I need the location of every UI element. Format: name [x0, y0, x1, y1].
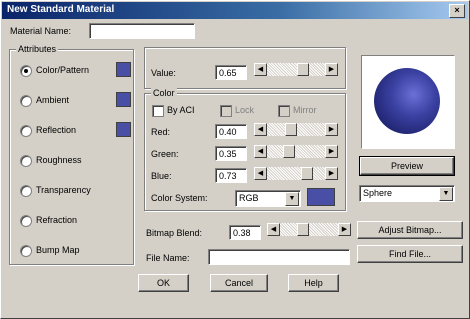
- slider-thumb[interactable]: [297, 63, 309, 76]
- attribute-label[interactable]: Transparency: [36, 185, 91, 195]
- attribute-color-swatch[interactable]: [116, 92, 131, 107]
- attribute-radio[interactable]: [20, 215, 32, 227]
- mirror-label: Mirror: [293, 105, 317, 115]
- blue-input[interactable]: 0.73: [215, 168, 247, 183]
- ok-button[interactable]: OK: [138, 274, 189, 292]
- value-input[interactable]: 0.65: [215, 65, 247, 80]
- by-aci-checkbox[interactable]: [152, 105, 164, 117]
- color-system-label: Color System:: [151, 193, 208, 203]
- file-name-label: File Name:: [146, 253, 190, 263]
- arrow-left-icon[interactable]: ◀: [254, 145, 267, 158]
- arrow-right-icon[interactable]: ▶: [325, 167, 338, 180]
- green-input[interactable]: 0.35: [215, 146, 247, 161]
- window-title: New Standard Material: [7, 4, 115, 15]
- preview-shape-select[interactable]: Sphere ▼: [359, 185, 455, 202]
- attribute-label[interactable]: Ambient: [36, 95, 69, 105]
- attribute-radio[interactable]: [20, 185, 32, 197]
- sphere-preview-image: [374, 68, 440, 134]
- chevron-down-icon[interactable]: ▼: [439, 187, 453, 201]
- arrow-right-icon[interactable]: ▶: [325, 145, 338, 158]
- by-aci-label: By ACI: [167, 105, 195, 115]
- red-input[interactable]: 0.40: [215, 124, 247, 139]
- red-slider[interactable]: ◀ ▶: [254, 123, 338, 136]
- title-bar: New Standard Material ×: [2, 2, 468, 19]
- arrow-left-icon[interactable]: ◀: [254, 63, 267, 76]
- attribute-label[interactable]: Refraction: [36, 215, 77, 225]
- material-name-label: Material Name:: [10, 26, 72, 36]
- attribute-color-swatch[interactable]: [116, 62, 131, 77]
- arrow-right-icon[interactable]: ▶: [325, 123, 338, 136]
- material-dialog: New Standard Material × Material Name: A…: [0, 0, 470, 319]
- arrow-left-icon[interactable]: ◀: [254, 167, 267, 180]
- slider-thumb[interactable]: [301, 167, 313, 180]
- attribute-radio[interactable]: [20, 245, 32, 257]
- arrow-right-icon[interactable]: ▶: [338, 223, 351, 236]
- value-slider[interactable]: ◀ ▶: [254, 63, 338, 76]
- red-label: Red:: [151, 127, 171, 137]
- slider-track[interactable]: [267, 145, 325, 158]
- attribute-radio[interactable]: [20, 95, 32, 107]
- blue-label: Blue:: [151, 171, 172, 181]
- bitmap-blend-label: Bitmap Blend:: [146, 228, 203, 238]
- lock-label: Lock: [235, 105, 255, 115]
- attribute-label[interactable]: Bump Map: [36, 245, 80, 255]
- attributes-group-title: Attributes: [16, 44, 59, 54]
- close-button[interactable]: ×: [449, 4, 465, 18]
- color-group-title: Color: [151, 88, 177, 98]
- blue-slider[interactable]: ◀ ▶: [254, 167, 338, 180]
- adjust-bitmap-button[interactable]: Adjust Bitmap...: [357, 221, 463, 239]
- attribute-radio[interactable]: [20, 65, 32, 77]
- green-slider[interactable]: ◀ ▶: [254, 145, 338, 158]
- bitmap-blend-slider[interactable]: ◀ ▶: [267, 223, 351, 236]
- attribute-label[interactable]: Color/Pattern: [36, 65, 89, 75]
- file-name-input[interactable]: [208, 249, 350, 265]
- arrow-left-icon[interactable]: ◀: [254, 123, 267, 136]
- chevron-down-icon[interactable]: ▼: [285, 192, 299, 206]
- color-system-select[interactable]: RGB ▼: [235, 190, 301, 207]
- bitmap-blend-input[interactable]: 0.38: [229, 225, 261, 240]
- help-button[interactable]: Help: [288, 274, 339, 292]
- attribute-radio[interactable]: [20, 155, 32, 167]
- slider-track[interactable]: [280, 223, 338, 236]
- attribute-radio[interactable]: [20, 125, 32, 137]
- material-name-input[interactable]: [89, 23, 195, 39]
- slider-track[interactable]: [267, 167, 325, 180]
- color-swatch-button[interactable]: [307, 188, 335, 206]
- attribute-label[interactable]: Reflection: [36, 125, 76, 135]
- slider-thumb[interactable]: [285, 123, 297, 136]
- preview-button[interactable]: Preview: [359, 156, 455, 176]
- green-label: Green:: [151, 149, 179, 159]
- mirror-checkbox[interactable]: [278, 105, 290, 117]
- material-preview: [361, 55, 455, 149]
- arrow-left-icon[interactable]: ◀: [267, 223, 280, 236]
- attribute-label[interactable]: Roughness: [36, 155, 82, 165]
- slider-track[interactable]: [267, 63, 325, 76]
- slider-thumb[interactable]: [283, 145, 295, 158]
- slider-thumb[interactable]: [297, 223, 309, 236]
- attribute-color-swatch[interactable]: [116, 122, 131, 137]
- value-label: Value:: [151, 68, 176, 78]
- arrow-right-icon[interactable]: ▶: [325, 63, 338, 76]
- cancel-button[interactable]: Cancel: [210, 274, 268, 292]
- find-file-button[interactable]: Find File...: [357, 245, 463, 263]
- lock-checkbox[interactable]: [220, 105, 232, 117]
